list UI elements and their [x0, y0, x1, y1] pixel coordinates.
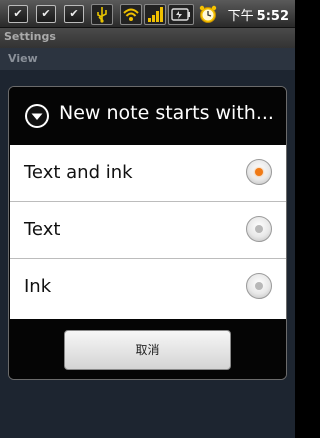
status-ampm: 下午 — [227, 9, 254, 24]
option-label: Ink — [24, 276, 52, 297]
radio-dot — [255, 225, 263, 233]
background-title: Settings — [0, 28, 295, 48]
status-bar: ✔ ✔ ✔ 下午 5:52 — [0, 0, 295, 28]
status-clock: 5:52 — [256, 9, 289, 24]
radio-dot — [255, 282, 263, 290]
battery-icon — [168, 4, 194, 25]
radio-dot — [255, 168, 263, 176]
radio-button[interactable] — [246, 216, 272, 242]
radio-button-selected[interactable] — [246, 159, 272, 185]
wifi-icon — [120, 4, 142, 25]
option-ink[interactable]: Ink — [10, 259, 286, 317]
checkbox-icon: ✔ — [64, 5, 84, 23]
option-label: Text and ink — [24, 162, 133, 183]
checkbox-icon: ✔ — [8, 5, 28, 23]
dialog-title-bar: New note starts with... — [9, 87, 286, 145]
dialog-button-bar: 取消 — [9, 319, 286, 379]
cancel-button[interactable]: 取消 — [64, 330, 231, 370]
checkbox-icon: ✔ — [36, 5, 56, 23]
dialog-title: New note starts with... — [59, 102, 274, 124]
option-text[interactable]: Text — [10, 202, 286, 259]
usb-icon — [91, 4, 113, 25]
new-note-dialog: New note starts with... Text and ink Tex… — [8, 86, 287, 380]
option-text-and-ink[interactable]: Text and ink — [10, 145, 286, 202]
background-view-label: View — [0, 48, 295, 70]
radio-button[interactable] — [246, 273, 272, 299]
alarm-icon — [198, 4, 218, 23]
status-time: 下午 5:52 — [228, 5, 289, 24]
signal-icon — [144, 4, 166, 25]
screen: ✔ ✔ ✔ 下午 5:52 Settings View New note sta… — [0, 0, 295, 438]
option-list: Text and ink Text Ink — [10, 145, 286, 319]
chevron-down-icon — [25, 104, 49, 128]
option-label: Text — [24, 219, 61, 240]
